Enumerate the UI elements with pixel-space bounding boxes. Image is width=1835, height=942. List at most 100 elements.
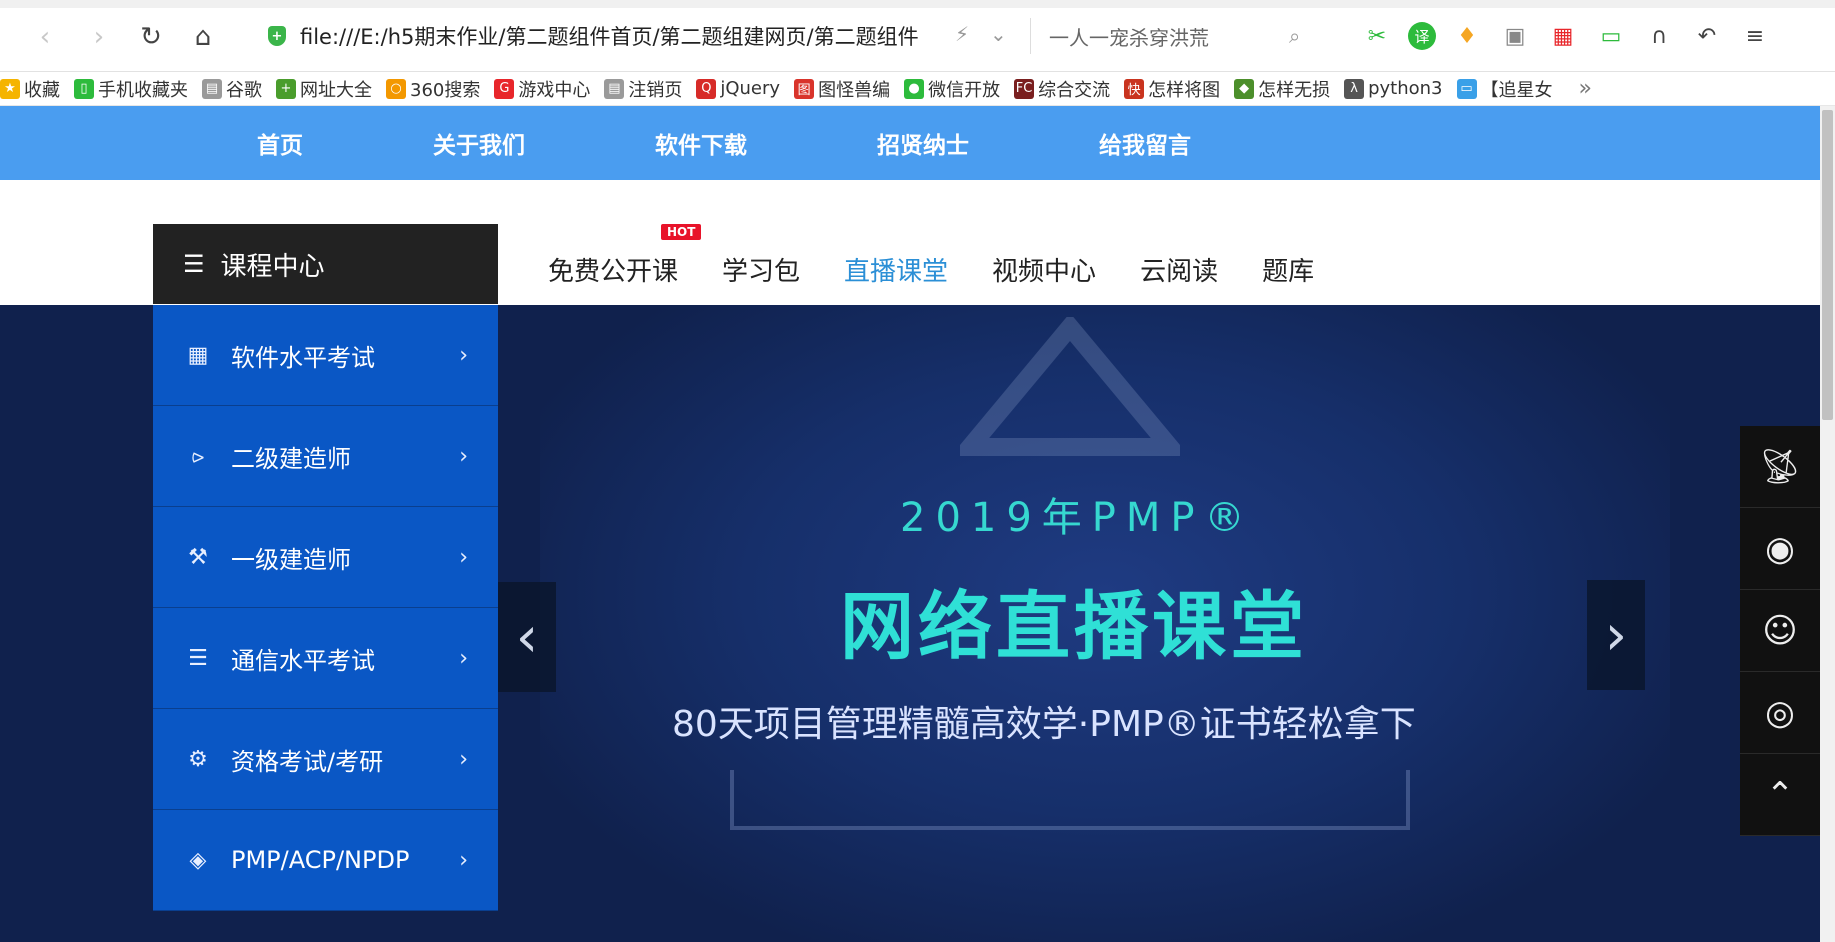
battery-icon[interactable]: ▭ [1594,19,1628,53]
coin-icon[interactable]: ♦ [1450,19,1484,53]
bookmark-label: python3 [1368,78,1443,99]
side-item-label: 通信水平考试 [231,646,375,675]
search-input[interactable] [1049,24,1289,48]
tab-strip [0,0,1835,8]
undo-icon[interactable]: ↶ [1690,19,1724,53]
scrollbar[interactable] [1820,106,1835,942]
nav-message[interactable]: 给我留言 [1099,126,1191,160]
list-search-icon: ☰ [183,250,205,278]
360-icon: ○ [386,78,406,99]
side-item-label: 一级建造师 [231,545,351,574]
broadcast-icon[interactable]: 📡︎ [1740,426,1820,508]
bookmark-item[interactable]: ◆ 怎样无损 [1234,76,1330,102]
bookmark-label: 怎样将图 [1148,79,1221,101]
star-icon: ★ [0,78,20,99]
bookmark-label: 游戏中心 [518,79,591,101]
bookmark-item[interactable]: 快怎样将图 [1124,76,1220,102]
course-side-menu: ▦ 软件水平考试 › ⪧ 二级建造师 › ⚒ 一级建造师 › ☰ 通信水平考试 … [153,305,498,911]
server-icon: ☰ [188,645,208,671]
search-box[interactable]: ⌕ [1030,18,1330,54]
bookmark-item[interactable]: ● 微信开放 [904,76,1000,102]
subnav-free-courses[interactable]: 免费公开课 [548,251,678,288]
bookmark-item[interactable]: ▤ 注销页 [604,76,682,102]
subnav-study-pack[interactable]: 学习包 [722,251,800,288]
bookmark-item[interactable]: λ python3 [1344,78,1443,99]
carousel-next-icon[interactable]: › [1587,580,1645,690]
home-icon[interactable]: ⌂ [186,20,220,54]
web-page: 首页 关于我们 软件下载 招贤纳士 给我留言 ☰ 课程中心 免费公开课 学习包 … [0,106,1820,942]
tie-icon: ⪧ [191,443,205,469]
side-item-pmp[interactable]: ◈ PMP/ACP/NPDP › [153,810,498,911]
back-icon[interactable]: ‹ [28,20,62,54]
tv-icon: ▭ [1456,78,1477,99]
kuai-icon: 快 [1124,78,1145,99]
bookmark-label: 谷歌 [226,79,262,101]
side-item-label: PMP/ACP/NPDP [231,846,410,874]
side-item-telecom-exam[interactable]: ☰ 通信水平考试 › [153,608,498,709]
nav-careers[interactable]: 招贤纳士 [877,126,969,160]
nav-home[interactable]: 首页 [257,126,303,160]
bookmarks-bar: ★ 收藏 ▯ 手机收藏夹 ▤ 谷歌 + 网址大全 ○ 360搜索 G 游戏中心 ▤ 注销页 QjQuery 图… [0,72,1835,106]
side-item-qualification-exam[interactable]: ⚙ 资格考试/考研 › [153,709,498,810]
image-icon: 图 [794,78,815,99]
leaf-icon: ◆ [1234,78,1255,99]
secure-shield-icon: + [268,26,286,46]
address-text: file:///E:/h5期末作业/第二题组件首页/第二题组建网页/第二题组件 [300,25,919,49]
bookmark-item[interactable]: ▯ 手机收藏夹 [74,76,188,102]
game-pad-icon[interactable]: ▣ [1498,19,1532,53]
bookmarks-overflow-icon[interactable]: » [1579,76,1592,101]
scissors-icon[interactable]: ✂ [1360,19,1394,53]
bookmark-item[interactable]: ○ 360搜索 [386,76,480,102]
scrollbar-thumb[interactable] [1822,110,1833,420]
top-navigation: 首页 关于我们 软件下载 招贤纳士 给我留言 [0,106,1820,180]
game-icon: G [494,78,515,99]
toolbar-icons: ✂ 译 ♦ ▣ ▦ ▭ ∩ ↶ ≡ [1360,18,1772,54]
nav-download[interactable]: 软件下载 [655,126,747,160]
address-bar[interactable]: + file:///E:/h5期末作业/第二题组件首页/第二题组建网页/第二题组… [268,18,1028,54]
search-icon[interactable]: ⌕ [1289,24,1300,48]
apps-grid-icon[interactable]: ▦ [1546,19,1580,53]
banner-title: 网络直播课堂 [840,584,1308,670]
bookmark-item[interactable]: QjQuery [696,78,780,99]
weibo-icon[interactable]: ◎ [1740,672,1820,754]
subnav-video-center[interactable]: 视频中心 [992,251,1096,288]
bookmark-item[interactable]: G 游戏中心 [494,76,590,102]
layers-icon: ◈ [189,847,207,873]
bookmark-item[interactable]: ★ 收藏 [0,76,60,102]
translate-icon[interactable]: 译 [1408,22,1436,50]
bookmark-item[interactable]: ▤ 谷歌 [202,76,262,102]
nav-about[interactable]: 关于我们 [433,126,525,160]
back-to-top-icon[interactable]: ⌃ [1740,754,1820,836]
chevron-right-icon: › [459,443,468,469]
browser-toolbar: ‹ › ↻ ⌂ + file:///E:/h5期末作业/第二题组件首页/第二题组… [0,0,1835,72]
bookmark-label: 收藏 [24,79,60,101]
forward-icon[interactable]: › [82,20,116,54]
menu-icon[interactable]: ≡ [1738,19,1772,53]
bookmark-label: 怎样无损 [1258,79,1331,101]
plus-circle-icon: + [276,78,296,99]
banner-year: 2019年PMP® [900,495,1255,541]
subnav-question-bank[interactable]: 题库 [1262,251,1314,288]
bookmark-item[interactable]: + 网址大全 [276,76,372,102]
subnav-cloud-read[interactable]: 云阅读 [1140,251,1218,288]
chevron-down-icon[interactable]: ⌄ [990,22,1007,46]
bookmark-label: 注销页 [628,79,683,101]
side-item-level2-builder[interactable]: ⪧ 二级建造师 › [153,406,498,507]
course-center-label: 课程中心 [220,251,325,282]
location-icon[interactable]: ◉ [1740,508,1820,590]
fc-icon: FC [1014,78,1035,99]
side-item-label: 软件水平考试 [231,343,375,372]
carousel-prev-icon[interactable]: ‹ [498,582,556,692]
lightning-icon[interactable]: ⚡ [955,22,969,46]
subnav-live-class[interactable]: 直播课堂 [844,251,948,288]
bookmark-item[interactable]: 图图怪兽编 [794,76,890,102]
lambda-icon: λ [1344,78,1365,99]
headphones-icon[interactable]: ∩ [1642,19,1676,53]
side-item-level1-builder[interactable]: ⚒ 一级建造师 › [153,507,498,608]
reload-icon[interactable]: ↻ [134,20,168,54]
qq-icon[interactable]: ☺ [1740,590,1820,672]
side-item-software-exam[interactable]: ▦ 软件水平考试 › [153,305,498,406]
bookmark-item[interactable]: FC 综合交流 [1014,76,1110,102]
course-center-header[interactable]: ☰ 课程中心 [153,224,498,304]
bookmark-item[interactable]: ▭ 【追星女 [1456,76,1553,102]
